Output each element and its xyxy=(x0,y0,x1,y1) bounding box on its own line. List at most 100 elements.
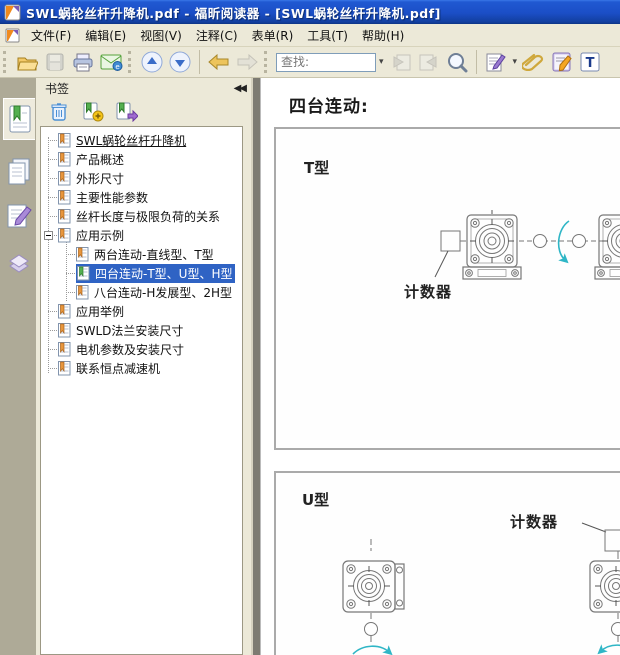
bookmarks-tree: SWL蜗轮丝杆升降机 产品概述 外形尺寸 主要性能参数 xyxy=(40,126,243,655)
go-back-button[interactable] xyxy=(205,49,233,75)
bookmark-item[interactable]: 电机参数及安装尺寸 xyxy=(41,340,242,359)
bookmark-item[interactable]: 主要性能参数 xyxy=(41,188,242,207)
bookmark-item[interactable]: 丝杆长度与极限负荷的关系 xyxy=(41,207,242,226)
bookmark-item-selected[interactable]: 四台连动-T型、U型、H型 xyxy=(41,264,242,283)
toolbar-grip[interactable] xyxy=(264,51,270,73)
page-up-icon xyxy=(141,51,163,73)
bookmark-item[interactable]: 应用举例 xyxy=(41,302,242,321)
bookmark-page-icon xyxy=(58,209,71,224)
collapse-minus-icon[interactable] xyxy=(44,231,53,240)
comment-tools-dropdown-icon[interactable]: ▾ xyxy=(513,57,518,67)
email-envelope-icon: e xyxy=(100,54,123,71)
main-area: 书签 ◀◀ xyxy=(0,78,620,655)
back-arrow-icon xyxy=(208,54,230,70)
delete-bookmark-button[interactable] xyxy=(48,101,70,123)
svg-text:T: T xyxy=(586,56,595,71)
next-page-button[interactable] xyxy=(166,49,194,75)
bookmark-item[interactable]: 联系恒点减速机 xyxy=(41,359,242,378)
bookmarks-panel-title: 书签 xyxy=(45,80,69,97)
attach-file-button[interactable] xyxy=(520,49,548,75)
add-bookmark-button[interactable] xyxy=(82,101,104,123)
save-button[interactable] xyxy=(41,49,69,75)
previous-page-button[interactable] xyxy=(138,49,166,75)
pages-tab-icon xyxy=(6,157,32,185)
bookmarks-panel-header: 书签 ◀◀ xyxy=(36,78,251,98)
toolbar-grip[interactable] xyxy=(128,51,134,73)
bookmark-page-icon xyxy=(58,323,71,338)
go-forward-button[interactable] xyxy=(233,49,261,75)
pdf-page[interactable]: 四台连动: T型 计数器 xyxy=(260,78,620,655)
comments-tab-icon xyxy=(6,203,32,229)
bookmark-item[interactable]: 产品概述 xyxy=(41,150,242,169)
bookmarks-panel-toolbar xyxy=(36,98,251,126)
doc-section-heading: 四台连动: xyxy=(289,92,369,117)
bookmarks-tab-icon xyxy=(8,105,32,133)
bookmarks-panel: 书签 ◀◀ xyxy=(36,78,251,655)
toolbar-grip[interactable] xyxy=(3,51,9,73)
bookmark-arrow-icon xyxy=(116,102,138,122)
print-button[interactable] xyxy=(69,49,97,75)
bookmark-page-icon xyxy=(76,285,89,300)
menu-bar: 文件(F) 编辑(E) 视图(V) 注释(C) 表单(R) 工具(T) 帮助(H… xyxy=(0,24,620,47)
pages-panel-tab[interactable] xyxy=(3,150,35,192)
svg-text:e: e xyxy=(115,63,119,71)
menu-comments[interactable]: 注释(C) xyxy=(189,25,245,46)
find-previous-button[interactable] xyxy=(387,49,415,75)
menu-tools[interactable]: 工具(T) xyxy=(300,25,355,46)
menu-help[interactable]: 帮助(H) xyxy=(355,25,411,46)
trash-icon xyxy=(50,102,68,122)
printer-icon xyxy=(72,53,94,72)
comments-panel-tab[interactable] xyxy=(3,195,35,237)
edit-note-button[interactable] xyxy=(548,49,576,75)
bookmark-item-expanded[interactable]: 应用示例 xyxy=(41,226,242,245)
t-type-diagram xyxy=(276,129,620,448)
email-button[interactable]: e xyxy=(97,49,125,75)
find-input[interactable] xyxy=(276,53,376,72)
find-history-dropdown-icon[interactable]: ▾ xyxy=(379,57,384,67)
document-menu-icon[interactable] xyxy=(5,28,20,43)
app-icon xyxy=(4,4,21,21)
page-down-icon xyxy=(169,51,191,73)
toolbar-separator xyxy=(199,50,200,74)
save-disk-icon xyxy=(46,53,64,71)
bookmark-page-icon xyxy=(77,266,90,281)
paperclip-icon xyxy=(522,53,546,71)
bookmark-page-icon xyxy=(58,342,71,357)
u-type-diagram xyxy=(276,473,620,655)
title-bar[interactable]: SWL蜗轮丝杆升降机.pdf - 福昕阅读器 - [SWL蜗轮丝杆升降机.pdf… xyxy=(0,0,620,24)
bookmark-page-icon xyxy=(76,247,89,262)
panel-splitter[interactable] xyxy=(251,78,260,655)
bookmark-page-icon xyxy=(58,152,71,167)
bookmark-page-icon xyxy=(58,228,71,243)
menu-edit[interactable]: 编辑(E) xyxy=(78,25,133,46)
menu-forms[interactable]: 表单(R) xyxy=(245,25,301,46)
add-bookmark-icon xyxy=(83,102,104,122)
bookmark-item[interactable]: 两台连动-直线型、T型 xyxy=(41,245,242,264)
menu-file[interactable]: 文件(F) xyxy=(24,25,78,46)
attachments-tab-icon xyxy=(6,252,32,276)
bookmarks-panel-tab[interactable] xyxy=(3,98,35,140)
diagram-box-u-type: U型 计数器 xyxy=(274,471,620,655)
bookmark-item[interactable]: SWLD法兰安装尺寸 xyxy=(41,321,242,340)
bookmark-item[interactable]: SWL蜗轮丝杆升降机 xyxy=(41,131,242,150)
navigation-tab-strip xyxy=(0,78,36,655)
find-next-button[interactable] xyxy=(415,49,443,75)
typewriter-tool-button[interactable]: T xyxy=(576,49,604,75)
next-bookmark-button[interactable] xyxy=(116,101,138,123)
search-magnifier-icon xyxy=(446,51,468,73)
menu-view[interactable]: 视图(V) xyxy=(133,25,189,46)
attachments-panel-tab[interactable] xyxy=(3,243,35,285)
bookmark-item[interactable]: 外形尺寸 xyxy=(41,169,242,188)
bookmark-item[interactable]: 八台连动-H发展型、2H型 xyxy=(41,283,242,302)
note-comment-button[interactable] xyxy=(482,49,510,75)
diagram-box-t-type: T型 计数器 xyxy=(274,127,620,450)
note-pencil-icon xyxy=(486,52,506,72)
forward-arrow-icon xyxy=(236,54,258,70)
find-next-icon xyxy=(419,54,439,71)
typewriter-text-icon: T xyxy=(580,52,600,72)
window-title: SWL蜗轮丝杆升降机.pdf - 福昕阅读器 - [SWL蜗轮丝杆升降机.pdf… xyxy=(26,3,441,22)
open-file-button[interactable] xyxy=(13,49,41,75)
bookmark-page-icon xyxy=(58,133,71,148)
collapse-panel-icon[interactable]: ◀◀ xyxy=(234,83,245,94)
search-button[interactable] xyxy=(443,49,471,75)
